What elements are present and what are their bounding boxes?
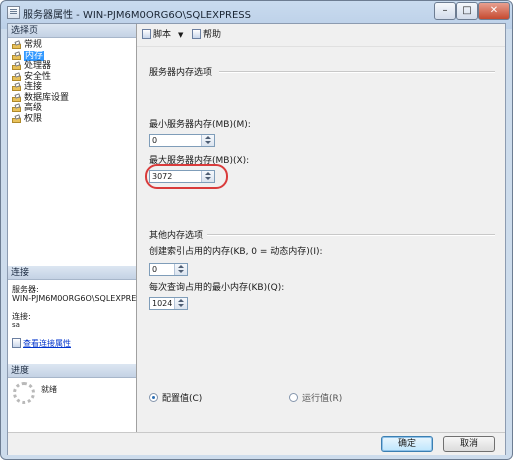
page-item-memory[interactable]: 内存 — [10, 50, 134, 62]
page-item-advanced[interactable]: 高级 — [10, 103, 134, 114]
properties-icon — [12, 338, 21, 348]
page-item-security[interactable]: 安全性 — [10, 72, 134, 83]
window-title: 服务器属性 - WIN-PJM6M0ORG6O\SQLEXPRESS — [23, 10, 251, 21]
page-list: 常规 内存 处理器 安全性 连接 数据库设置 高级 权限 — [10, 40, 134, 124]
query-memory-label: 每次查询占用的最小内存(KB)(Q): — [149, 283, 285, 293]
help-icon — [192, 29, 201, 39]
page-icon — [12, 41, 21, 49]
min-memory-label: 最小服务器内存(MB)(M): — [149, 120, 251, 130]
toolbar: 脚本 ▼ 帮助 — [137, 24, 505, 47]
dialog-client-area: 选择页 常规 内存 处理器 安全性 连接 数据库设置 高级 权限 连接 服务器:… — [7, 23, 506, 455]
view-connection-properties-link[interactable]: 查看连接属性 — [23, 339, 71, 348]
cancel-button[interactable]: 取消 — [443, 436, 495, 452]
page-icon — [12, 104, 21, 112]
min-memory-input[interactable]: 0 — [149, 134, 215, 147]
connection-header: 连接 — [8, 266, 136, 280]
page-icon — [12, 62, 21, 70]
server-memory-group-title: 服务器内存选项 — [149, 68, 213, 78]
dialog-button-bar: 确定 取消 — [8, 432, 505, 455]
minimize-button[interactable]: – — [434, 2, 456, 20]
other-memory-group-title: 其他内存选项 — [149, 231, 204, 241]
progress-status: 就绪 — [41, 385, 57, 394]
index-memory-input[interactable]: 0 — [149, 263, 188, 276]
server-value: WIN-PJM6M0ORG6O\SQLEXPRESS — [12, 294, 147, 303]
page-icon — [12, 52, 21, 60]
connection-label: 连接: — [12, 312, 31, 321]
view-connection-properties[interactable]: 查看连接属性 — [12, 338, 71, 348]
min-memory-spinner[interactable] — [201, 135, 214, 146]
left-pane: 选择页 常规 内存 处理器 安全性 连接 数据库设置 高级 权限 连接 服务器:… — [8, 24, 146, 432]
page-item-database-settings[interactable]: 数据库设置 — [10, 93, 134, 104]
page-icon — [12, 83, 21, 91]
other-memory-group-divider — [207, 234, 495, 236]
progress-spinner-icon — [13, 382, 35, 404]
min-memory-value: 0 — [152, 136, 158, 145]
select-page-header: 选择页 — [8, 24, 136, 38]
page-icon — [12, 73, 21, 81]
page-item-general[interactable]: 常规 — [10, 40, 134, 51]
highlight-annotation — [145, 164, 228, 189]
server-memory-group-divider — [219, 71, 495, 73]
configured-values-radio[interactable]: 配置值(C) — [149, 393, 202, 405]
memory-page: 脚本 ▼ 帮助 服务器内存选项 最小服务器内存(MB)(M): 0 最大服务器内… — [137, 24, 505, 432]
title-bar[interactable]: 服务器属性 - WIN-PJM6M0ORG6O\SQLEXPRESS – □ ✕ — [1, 1, 512, 23]
ok-button[interactable]: 确定 — [381, 436, 433, 452]
connection-value: sa — [12, 321, 20, 329]
page-item-processors[interactable]: 处理器 — [10, 61, 134, 72]
page-item-connections[interactable]: 连接 — [10, 82, 134, 93]
script-dropdown-icon[interactable]: ▼ — [178, 29, 183, 42]
running-values-radio[interactable]: 运行值(R) — [289, 393, 342, 405]
script-icon — [142, 29, 151, 39]
page-icon — [12, 94, 21, 102]
close-button[interactable]: ✕ — [478, 2, 510, 20]
radio-selected-icon — [149, 393, 158, 402]
page-item-permissions[interactable]: 权限 — [10, 114, 134, 125]
index-memory-value: 0 — [152, 265, 158, 274]
query-memory-spinner[interactable] — [174, 298, 187, 309]
window-icon — [7, 6, 20, 19]
server-label: 服务器: — [12, 285, 39, 294]
query-memory-input[interactable]: 1024 — [149, 297, 188, 310]
script-button[interactable]: 脚本 — [142, 29, 171, 42]
help-button[interactable]: 帮助 — [192, 29, 221, 42]
maximize-button[interactable]: □ — [456, 2, 478, 20]
index-memory-spinner[interactable] — [174, 264, 187, 275]
radio-unselected-icon — [289, 393, 298, 402]
server-properties-window: 服务器属性 - WIN-PJM6M0ORG6O\SQLEXPRESS – □ ✕… — [0, 0, 513, 460]
index-memory-label: 创建索引占用的内存(KB, 0 = 动态内存)(I): — [149, 247, 323, 257]
page-icon — [12, 115, 21, 123]
progress-header: 进度 — [8, 364, 136, 378]
query-memory-value: 1024 — [152, 299, 173, 308]
